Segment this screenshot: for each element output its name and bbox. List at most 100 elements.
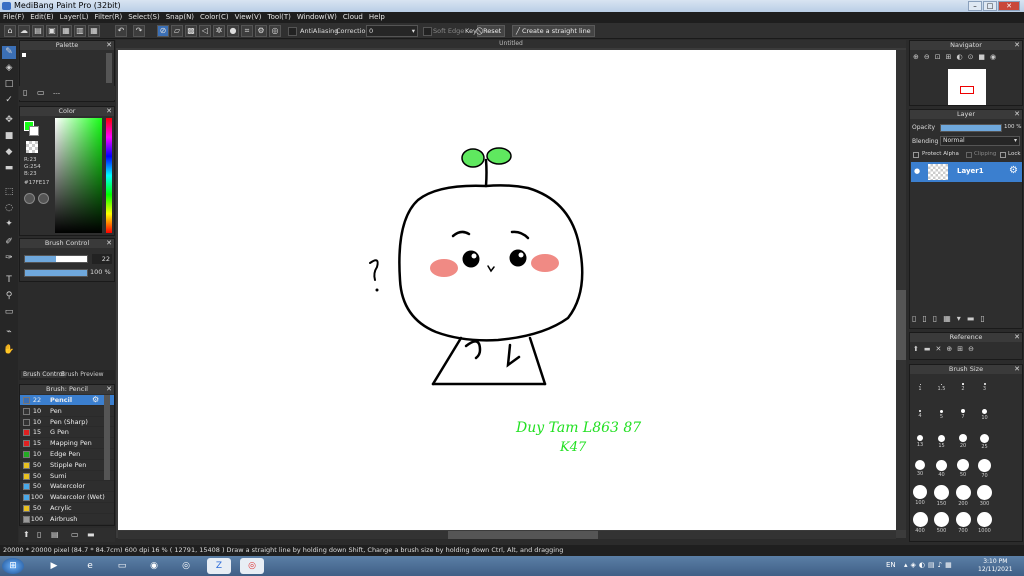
- menu-item[interactable]: Window(W): [294, 12, 340, 23]
- eraser-tool-icon[interactable]: ◈: [2, 62, 16, 75]
- layout-icon[interactable]: ▥: [74, 25, 86, 37]
- redo-icon[interactable]: ↷: [133, 25, 145, 37]
- close-icon[interactable]: ✕: [1014, 365, 1020, 374]
- brush-item[interactable]: 100 Watercolor (Wet): [20, 492, 114, 503]
- maximize-button[interactable]: □: [983, 1, 997, 11]
- folder-brush-icon[interactable]: ▬: [87, 530, 95, 539]
- snap-settings-icon[interactable]: ⚙: [255, 25, 267, 37]
- lasso-tool-icon[interactable]: ◌: [2, 202, 16, 215]
- layer-toolbar-icons[interactable]: ▯▯▯▦▾▬▯: [910, 310, 1022, 328]
- correction-select[interactable]: 0 ▾: [366, 25, 418, 37]
- brush-item[interactable]: 50 Stipple Pen: [20, 460, 114, 471]
- eye-icon[interactable]: ●: [914, 167, 920, 175]
- close-icon[interactable]: ✕: [106, 41, 112, 50]
- tab-brush-preview[interactable]: Brush Preview: [61, 371, 104, 378]
- palette-scrollbar[interactable]: [106, 53, 112, 83]
- navigator-preview[interactable]: [948, 69, 986, 105]
- menu-item[interactable]: Filter(R): [92, 12, 126, 23]
- menu-item[interactable]: Snap(N): [163, 12, 197, 23]
- brush-size-option[interactable]: 20: [953, 430, 973, 449]
- close-button[interactable]: ✕: [998, 1, 1020, 11]
- secondary-color-swatch[interactable]: [29, 126, 39, 136]
- delete-color-icon[interactable]: ▭: [37, 88, 45, 97]
- brush-item[interactable]: 10 Pen (Sharp): [20, 417, 114, 428]
- brush-size-option[interactable]: 70: [975, 457, 995, 479]
- brush-size-option[interactable]: 500: [932, 511, 952, 534]
- menu-item[interactable]: Color(C): [197, 12, 232, 23]
- chrome-icon[interactable]: ◎: [174, 558, 198, 574]
- close-icon[interactable]: ✕: [1014, 110, 1020, 119]
- chrome-active-icon[interactable]: ◎: [240, 558, 264, 574]
- start-button[interactable]: ⊞: [2, 558, 24, 574]
- gradient-tool-icon[interactable]: ▬: [2, 162, 16, 175]
- undo-icon[interactable]: ↶: [115, 25, 127, 37]
- hue-slider[interactable]: [106, 118, 112, 233]
- snap-cross-icon[interactable]: ▩: [185, 25, 197, 37]
- select-eraser-icon[interactable]: ✑: [2, 252, 16, 265]
- close-icon[interactable]: ✕: [106, 239, 112, 248]
- gear-icon[interactable]: ⚙: [92, 395, 99, 406]
- brush-size-option[interactable]: 1: [910, 376, 930, 392]
- folder-icon[interactable]: ▤: [32, 25, 44, 37]
- brush-size-option[interactable]: 2: [953, 376, 973, 392]
- menu-item[interactable]: Cloud: [340, 12, 366, 23]
- select-pen-icon[interactable]: ✐: [2, 236, 16, 249]
- reset-button[interactable]: ⃠ Reset: [477, 25, 506, 37]
- grid-icon[interactable]: ▦: [60, 25, 72, 37]
- menu-item[interactable]: File(F): [0, 12, 27, 23]
- brush-size-option[interactable]: 150: [932, 484, 952, 507]
- protect-alpha-checkbox[interactable]: [913, 152, 919, 158]
- canvas-tab[interactable]: Untitled: [116, 40, 906, 48]
- menu-item[interactable]: Help: [366, 12, 388, 23]
- snap-circle-icon[interactable]: ●: [227, 25, 239, 37]
- close-icon[interactable]: ✕: [1014, 41, 1020, 50]
- color-wheel-icon[interactable]: [24, 193, 35, 204]
- ie-icon[interactable]: e: [78, 558, 102, 574]
- palette-swatch[interactable]: [22, 53, 26, 57]
- table-icon[interactable]: ▦: [88, 25, 100, 37]
- select-tool-icon[interactable]: ⬚: [2, 186, 16, 199]
- menu-item[interactable]: View(V): [232, 12, 265, 23]
- brush-item[interactable]: 50 Watercolor: [20, 481, 114, 493]
- brush-size-option[interactable]: 100: [910, 484, 930, 506]
- brush-item[interactable]: 10 Edge Pen: [20, 449, 114, 460]
- brush-size-option[interactable]: 5: [932, 403, 952, 420]
- brush-size-option[interactable]: 15: [932, 430, 952, 449]
- transparent-color-swatch[interactable]: [26, 141, 38, 153]
- brush-item[interactable]: 15 G Pen: [20, 427, 114, 439]
- brush-size-option[interactable]: 25: [975, 430, 995, 450]
- snap-radial-icon[interactable]: ✲: [213, 25, 225, 37]
- cloud-icon[interactable]: ☁: [18, 25, 30, 37]
- tray-icons[interactable]: ▴◈◐▤♪▦: [904, 561, 955, 569]
- snap-off-icon[interactable]: ⊘: [157, 25, 169, 37]
- close-icon[interactable]: ✕: [106, 385, 112, 394]
- explorer-icon[interactable]: ▭: [110, 558, 134, 574]
- brush-size-slider[interactable]: [24, 255, 88, 263]
- navigator-zoom-icons[interactable]: ⊕⊖⊡⊞◐⊙■◉: [913, 53, 1001, 61]
- fill-tool-icon[interactable]: ◆: [2, 146, 16, 159]
- snap-curve-icon[interactable]: ⌗: [241, 25, 253, 37]
- antialias-checkbox[interactable]: [288, 27, 297, 36]
- color-mode-icon[interactable]: [38, 193, 49, 204]
- save-icon[interactable]: ▣: [46, 25, 58, 37]
- clipping-checkbox[interactable]: [966, 152, 972, 158]
- brush-size-option[interactable]: 10: [975, 403, 995, 421]
- divide-tool-icon[interactable]: ▭: [2, 306, 16, 319]
- snap-ring-icon[interactable]: ◎: [269, 25, 281, 37]
- operation-tool-icon[interactable]: ⚲: [2, 290, 16, 303]
- reference-toolbar-icons[interactable]: ⬆▬✕⊕⊞⊖: [913, 345, 979, 353]
- drawing-canvas[interactable]: Duy Tam L863 87 K47: [118, 50, 896, 530]
- add-color-icon[interactable]: ▯: [23, 88, 27, 97]
- brush-item[interactable]: 100 Airbrush: [20, 514, 114, 525]
- brush-size-option[interactable]: 3: [975, 376, 995, 392]
- menu-item[interactable]: Tool(T): [265, 12, 294, 23]
- brush-size-option[interactable]: 4: [910, 403, 930, 419]
- horizontal-scrollbar[interactable]: [118, 531, 896, 539]
- add-brush-icon[interactable]: ⬆: [23, 530, 30, 539]
- home-icon[interactable]: ⌂: [4, 25, 16, 37]
- snap-vanish-icon[interactable]: ◁: [199, 25, 211, 37]
- new-brush-icon[interactable]: ▯: [37, 530, 41, 539]
- minimize-button[interactable]: –: [968, 1, 982, 11]
- wechat-icon[interactable]: ◉: [142, 558, 166, 574]
- brush-menu-icon[interactable]: ▤: [51, 530, 59, 539]
